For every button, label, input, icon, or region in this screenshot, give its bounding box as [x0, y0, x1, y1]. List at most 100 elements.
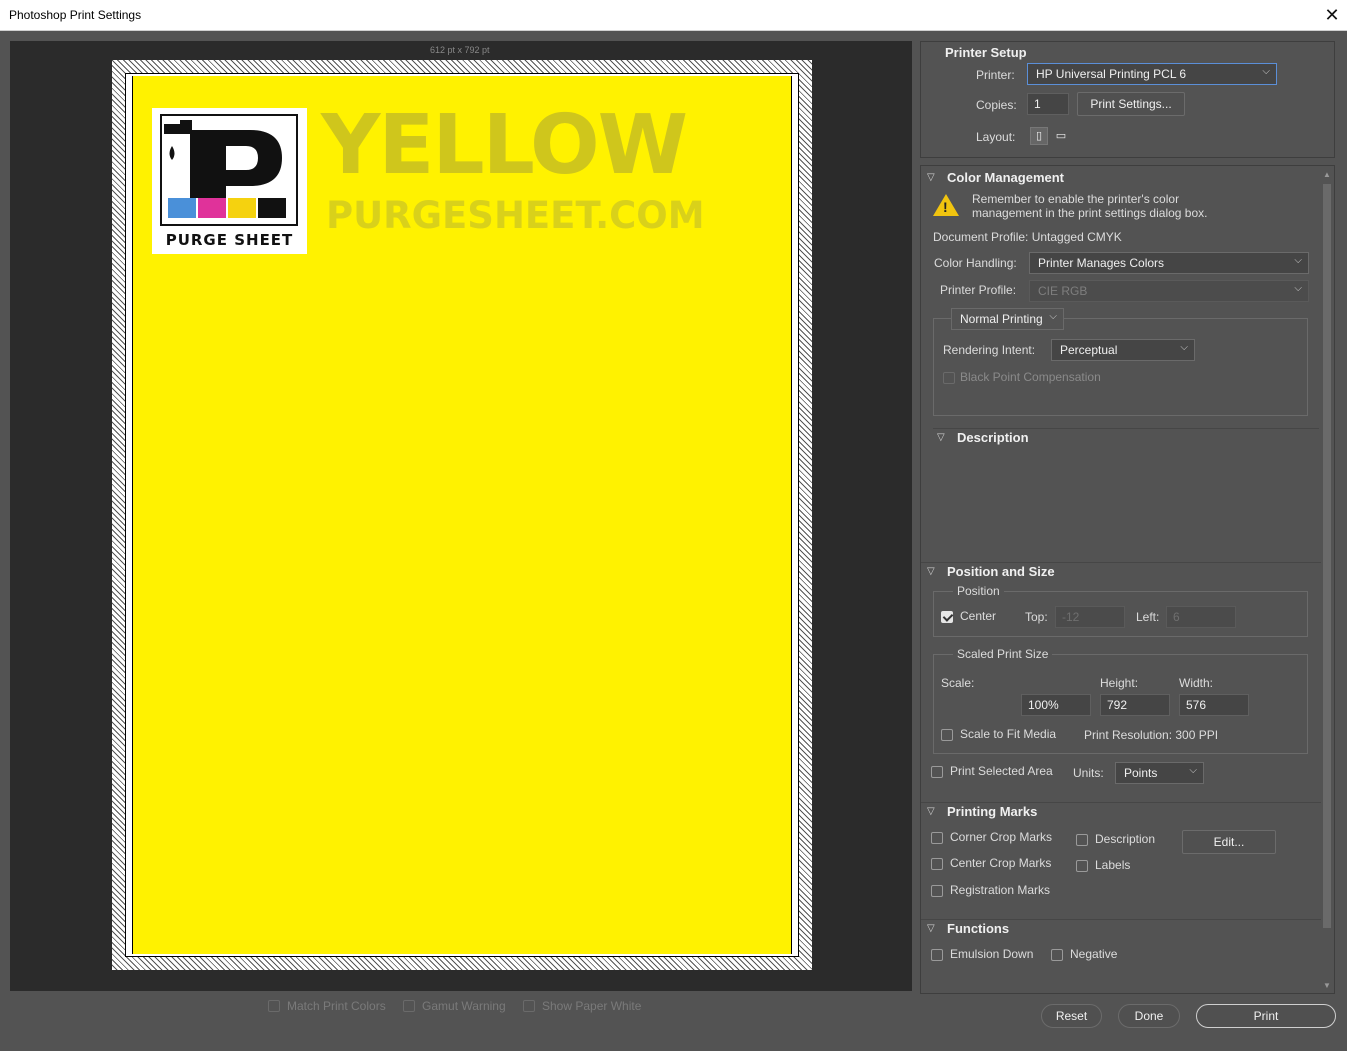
paper-preview: PURGE SHEET YELLOW PURGESHEET.COM: [112, 60, 812, 970]
document-profile: Document Profile: Untagged CMYK: [933, 230, 1122, 244]
width-label: Width:: [1179, 676, 1214, 690]
center-checkbox[interactable]: [941, 611, 953, 626]
warning-icon: !: [933, 194, 959, 216]
collapse-icon[interactable]: ▽: [927, 923, 935, 934]
left-label: Left:: [1136, 610, 1160, 624]
printable-area: PURGE SHEET YELLOW PURGESHEET.COM: [132, 76, 792, 954]
position-label: Position: [953, 584, 1004, 598]
scale-label: Scale:: [941, 676, 975, 690]
title-bar: Photoshop Print Settings ✕: [0, 0, 1347, 31]
portrait-icon[interactable]: ▯: [1030, 127, 1048, 145]
height-label: Height:: [1100, 676, 1139, 690]
collapse-icon[interactable]: ▽: [927, 806, 935, 817]
registration-label: Registration Marks: [950, 883, 1051, 897]
landscape-icon[interactable]: ▭: [1052, 127, 1070, 145]
position-size-header[interactable]: Position and Size: [947, 564, 1055, 579]
width-input[interactable]: 576: [1179, 694, 1249, 716]
left-input[interactable]: 6: [1166, 606, 1236, 628]
scroll-down-icon[interactable]: ▼: [1321, 981, 1333, 990]
scrollbar-thumb[interactable]: [1323, 184, 1331, 928]
units-label: Units:: [1073, 766, 1104, 780]
print-selected-checkbox[interactable]: [931, 766, 943, 781]
rendering-intent-label: Rendering Intent:: [943, 343, 1036, 357]
rendering-group: [933, 318, 1308, 416]
chevron-down-icon: ⌵: [1262, 66, 1270, 77]
emulsion-down-checkbox[interactable]: [931, 949, 943, 964]
window-title: Photoshop Print Settings: [9, 8, 142, 22]
top-label: Top:: [1025, 610, 1048, 624]
scale-to-fit-label: Scale to Fit Media: [960, 727, 1057, 741]
done-button[interactable]: Done: [1118, 1004, 1180, 1028]
description-checkbox[interactable]: [1076, 834, 1088, 849]
scrollbar[interactable]: ▲ ▼: [1321, 170, 1333, 990]
print-preview: 612 pt x 792 pt PURGE SHEET YELLOW PURGE…: [10, 41, 912, 991]
corner-crop-checkbox[interactable]: [931, 832, 943, 847]
printer-label: Printer:: [976, 68, 1015, 82]
labels-checkbox[interactable]: [1076, 860, 1088, 875]
close-icon[interactable]: ✕: [1317, 0, 1347, 31]
rendering-intent-select[interactable]: Perceptual ⌵: [1051, 339, 1195, 361]
color-handling-select[interactable]: Printer Manages Colors ⌵: [1029, 252, 1309, 274]
match-print-colors-checkbox[interactable]: Match Print Colors: [268, 999, 386, 1013]
print-button[interactable]: Print: [1196, 1004, 1336, 1028]
copies-input[interactable]: 1: [1027, 93, 1069, 115]
center-crop-checkbox[interactable]: [931, 858, 943, 873]
negative-label: Negative: [1070, 947, 1118, 961]
layout-label: Layout:: [976, 130, 1016, 144]
emulsion-down-label: Emulsion Down: [950, 947, 1034, 961]
purge-sheet-logo: PURGE SHEET: [152, 108, 307, 254]
negative-checkbox[interactable]: [1051, 949, 1063, 964]
center-label: Center: [960, 609, 997, 623]
headline-text: YELLOW: [321, 98, 688, 193]
warning-line-1: Remember to enable the printer's color: [972, 192, 1180, 206]
scale-to-fit-checkbox[interactable]: [941, 729, 953, 744]
chevron-down-icon: ⌵: [1189, 765, 1197, 776]
print-selected-label: Print Selected Area: [950, 764, 1053, 778]
functions-header[interactable]: Functions: [947, 921, 1009, 936]
description-header[interactable]: Description: [957, 430, 1029, 445]
printing-mode-select[interactable]: Normal Printing ⌵: [951, 308, 1064, 330]
black-point-checkbox[interactable]: [943, 372, 955, 387]
printer-setup-panel: Printer Setup Printer: HP Universal Prin…: [920, 41, 1335, 158]
gamut-warning-checkbox[interactable]: Gamut Warning: [403, 999, 506, 1013]
show-paper-white-checkbox[interactable]: Show Paper White: [522, 999, 641, 1013]
chevron-down-icon: ⌵: [1180, 342, 1188, 353]
chevron-down-icon: ⌵: [1294, 283, 1302, 294]
color-handling-label: Color Handling:: [934, 256, 1017, 270]
warning-line-2: management in the print settings dialog …: [972, 206, 1208, 220]
printer-setup-header: Printer Setup: [945, 45, 1027, 60]
page-dimensions: 612 pt x 792 pt: [430, 45, 490, 55]
scale-input[interactable]: 100%: [1021, 694, 1091, 716]
printer-profile-label: Printer Profile:: [940, 283, 1017, 297]
collapse-icon[interactable]: ▽: [927, 566, 935, 577]
scaled-print-label: Scaled Print Size: [953, 647, 1053, 661]
settings-scroll-panel: ▽ Color Management ! Remember to enable …: [920, 165, 1335, 994]
registration-checkbox[interactable]: [931, 885, 943, 900]
printer-select[interactable]: HP Universal Printing PCL 6 ⌵: [1027, 63, 1277, 85]
corner-crop-label: Corner Crop Marks: [950, 830, 1053, 844]
top-input[interactable]: -12: [1055, 606, 1125, 628]
center-crop-label: Center Crop Marks: [950, 856, 1052, 870]
description-mark-label: Description: [1095, 832, 1156, 846]
black-point-label: Black Point Compensation: [960, 370, 1101, 384]
printer-profile-select[interactable]: CIE RGB ⌵: [1029, 280, 1309, 302]
print-settings-button[interactable]: Print Settings...: [1077, 92, 1185, 116]
collapse-icon[interactable]: ▽: [937, 432, 945, 443]
preview-options: Match Print Colors Gamut Warning Show Pa…: [268, 999, 655, 1015]
print-resolution: Print Resolution: 300 PPI: [1084, 728, 1219, 742]
color-management-header[interactable]: Color Management: [947, 170, 1064, 185]
scroll-up-icon[interactable]: ▲: [1321, 170, 1333, 179]
labels-label: Labels: [1095, 858, 1131, 872]
units-select[interactable]: Points ⌵: [1115, 762, 1204, 784]
chevron-down-icon: ⌵: [1294, 255, 1302, 266]
copies-label: Copies:: [976, 98, 1017, 112]
logo-text: PURGE SHEET: [165, 231, 294, 249]
reset-button[interactable]: Reset: [1041, 1004, 1102, 1028]
collapse-icon[interactable]: ▽: [927, 172, 935, 183]
printing-marks-header[interactable]: Printing Marks: [947, 804, 1037, 819]
edit-button[interactable]: Edit...: [1182, 830, 1276, 854]
chevron-down-icon: ⌵: [1049, 311, 1057, 322]
height-input[interactable]: 792: [1100, 694, 1170, 716]
subline-text: PURGESHEET.COM: [326, 194, 705, 237]
logo-graphic: [162, 116, 296, 224]
